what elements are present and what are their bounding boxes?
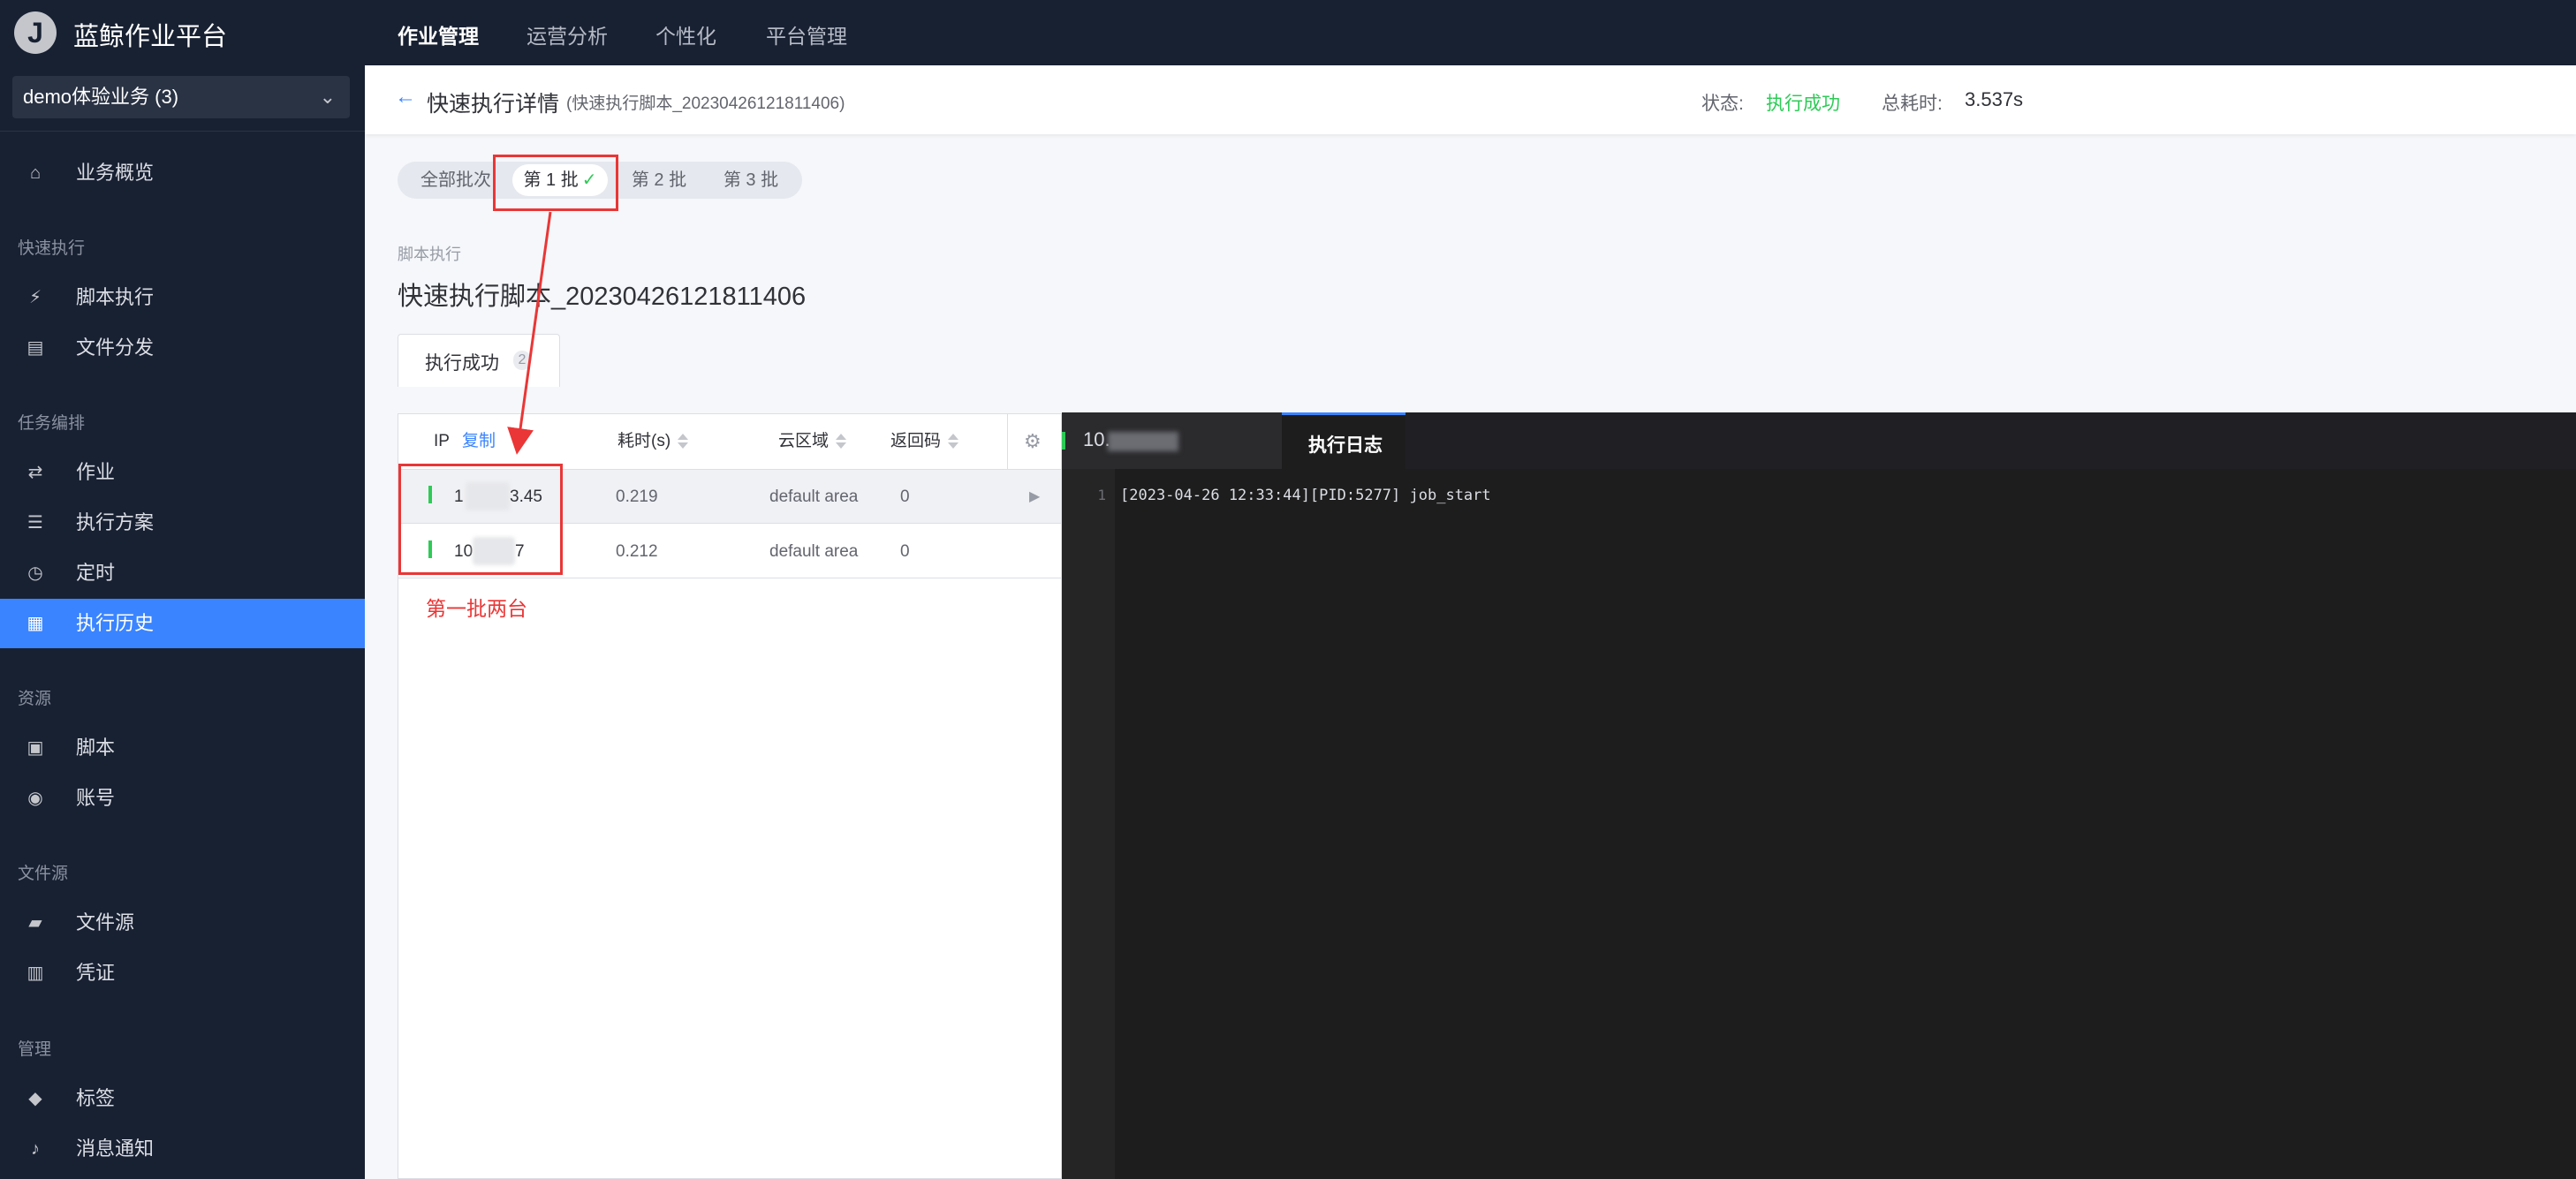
annotation-arrow xyxy=(507,211,552,455)
